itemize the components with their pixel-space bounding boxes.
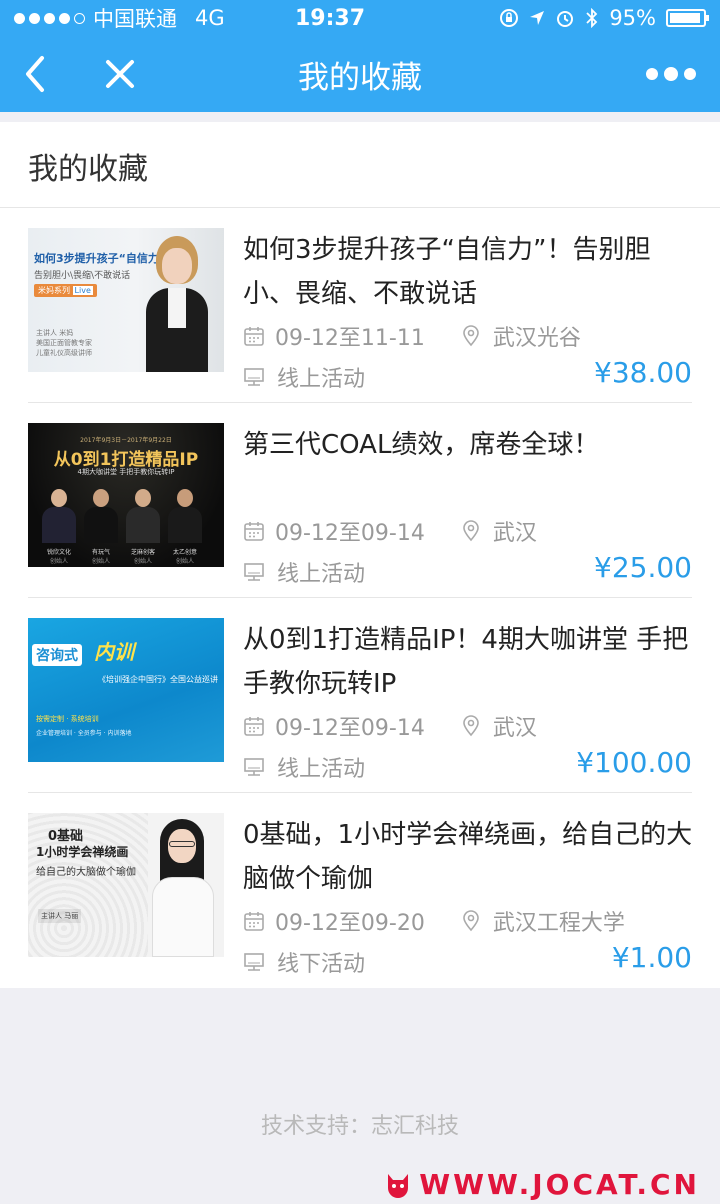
item-date: 09-12至09-14 bbox=[275, 521, 425, 546]
favorite-item[interactable]: 如何3步提升孩子“自信力” 告别胆小\畏缩\不敢说话 米妈系列 Live 主讲人… bbox=[28, 208, 692, 403]
thumb-host: 主讲人 米妈 美国正面管教专家 儿童礼仪高级讲师 bbox=[36, 329, 92, 357]
item-price: ¥25.00 bbox=[594, 551, 692, 584]
thumb-host: 主讲人 马丽 bbox=[38, 909, 82, 923]
item-title: 0基础，1小时学会禅绕画，给自己的大脑做个瑜伽 bbox=[243, 820, 693, 894]
item-location: 武汉光谷 bbox=[492, 326, 581, 351]
monitor-icon bbox=[244, 758, 264, 776]
thumb-headline-b: 内训 bbox=[94, 640, 134, 664]
item-date: 09-12至11-11 bbox=[275, 326, 425, 351]
item-mode-label: 线上活动 bbox=[277, 367, 366, 392]
carrier-name: 中国联通 bbox=[93, 7, 177, 31]
item-location: 武汉 bbox=[492, 716, 537, 741]
location-arrow-icon bbox=[530, 11, 545, 25]
location-pin-icon bbox=[463, 325, 479, 347]
item-mode-label: 线上活动 bbox=[277, 562, 366, 587]
calendar-icon bbox=[244, 522, 264, 541]
thumb-subline: 告别胆小\畏缩\不敢说话 bbox=[34, 271, 131, 281]
item-title: 从0到1打造精品IP！4期大咖讲堂 手把手教你玩转IP bbox=[243, 625, 689, 699]
nav-bar: 我的收藏 bbox=[0, 36, 720, 112]
location-pin-icon bbox=[463, 910, 479, 932]
monitor-icon bbox=[244, 368, 264, 386]
thumb-headline-a: 0基础 bbox=[48, 829, 84, 844]
item-title: 第三代COAL绩效，席卷全球！ bbox=[243, 430, 600, 460]
thumb-subline: 给自己的大脑做个瑜伽 bbox=[36, 867, 136, 878]
thumb-speakers bbox=[42, 485, 202, 549]
page-title: 我的收藏 bbox=[298, 60, 422, 96]
location-pin-icon bbox=[463, 520, 479, 542]
thumb-small2: 企业管理培训 · 全员参与 · 内训落地 bbox=[36, 730, 132, 737]
item-location: 武汉工程大学 bbox=[492, 911, 625, 936]
thumb-small1: 按需定制 · 系统培训 bbox=[36, 715, 99, 723]
signal-strength-icon bbox=[14, 12, 85, 24]
thumb-dates: 2017年9月3日－2017年9月22日 bbox=[80, 437, 172, 444]
item-mode: 线下活动 bbox=[243, 946, 365, 978]
item-price: ¥38.00 bbox=[594, 356, 692, 389]
item-meta: 09-12至09-14 武汉 bbox=[243, 515, 537, 547]
calendar-icon bbox=[244, 717, 264, 736]
item-date: 09-12至09-20 bbox=[275, 911, 425, 936]
battery-percent: 95% bbox=[609, 6, 656, 30]
item-mode: 线上活动 bbox=[243, 751, 365, 783]
item-title: 如何3步提升孩子“自信力”！告别胆小、畏缩、不敢说话 bbox=[243, 235, 651, 309]
battery-icon bbox=[666, 9, 709, 27]
thumb-tag: 米妈系列 Live bbox=[34, 284, 97, 297]
thumb-subline: 4期大咖讲堂 手把手教你玩转IP bbox=[77, 468, 175, 476]
tech-support-text: 技术支持：志汇科技 bbox=[260, 1114, 459, 1139]
item-price: ¥1.00 bbox=[611, 941, 692, 974]
alarm-icon bbox=[557, 11, 574, 27]
monitor-icon bbox=[244, 563, 264, 581]
calendar-icon bbox=[244, 912, 264, 931]
thumb-tagline: 《培训强企中国行》全国公益巡讲 bbox=[98, 675, 218, 684]
favorites-list: 我的收藏 如何3步提升孩子“自信力” 告别胆小\畏缩\不敢说话 米妈系列 Liv… bbox=[0, 122, 720, 988]
cat-logo-icon bbox=[388, 1173, 409, 1198]
item-mode-label: 线下活动 bbox=[277, 952, 366, 977]
section-title: 我的收藏 bbox=[0, 122, 720, 208]
thumb-portrait bbox=[146, 236, 208, 372]
item-thumbnail: 0基础 1小时学会禅绕画 给自己的大脑做个瑜伽 主讲人 马丽 bbox=[28, 813, 224, 957]
monitor-icon bbox=[244, 953, 264, 971]
watermark: WWW.JOCAT.CN bbox=[383, 1168, 700, 1201]
item-meta: 09-12至09-20 武汉工程大学 bbox=[243, 905, 625, 937]
item-thumbnail: 如何3步提升孩子“自信力” 告别胆小\畏缩\不敢说话 米妈系列 Live 主讲人… bbox=[28, 228, 224, 372]
favorite-item[interactable]: 咨询式 内训 《培训强企中国行》全国公益巡讲 按需定制 · 系统培训 企业管理培… bbox=[28, 598, 692, 793]
favorite-item[interactable]: 0基础 1小时学会禅绕画 给自己的大脑做个瑜伽 主讲人 马丽 0基础，1小时学会… bbox=[28, 793, 692, 988]
item-date: 09-12至09-14 bbox=[275, 716, 425, 741]
thumb-headline-a: 咨询式 bbox=[32, 644, 82, 666]
thumb-headline-b: 1小时学会禅绕画 bbox=[36, 845, 129, 859]
more-icon[interactable] bbox=[646, 62, 696, 86]
status-time: 19:37 bbox=[294, 5, 366, 31]
item-thumbnail: 咨询式 内训 《培训强企中国行》全国公益巡讲 按需定制 · 系统培训 企业管理培… bbox=[28, 618, 224, 762]
thumb-portrait bbox=[150, 817, 216, 957]
status-bar: 中国联通 4G 19:37 95% bbox=[0, 0, 720, 36]
calendar-icon bbox=[244, 327, 264, 346]
item-mode-label: 线上活动 bbox=[277, 757, 366, 782]
item-price: ¥100.00 bbox=[576, 746, 692, 779]
item-meta: 09-12至09-14 武汉 bbox=[243, 710, 537, 742]
item-mode: 线上活动 bbox=[243, 361, 365, 393]
thumb-speaker-names: 锐欣文化 创始人 有玩气 创始人 芝麻创客 创始人 太乙创意 创始人 bbox=[46, 549, 197, 565]
item-thumbnail: 2017年9月3日－2017年9月22日 从0到1打造精品IP 4期大咖讲堂 手… bbox=[28, 423, 224, 567]
item-location: 武汉 bbox=[492, 521, 537, 546]
bluetooth-icon bbox=[586, 8, 598, 28]
lock-rotation-icon bbox=[500, 9, 519, 27]
favorite-item[interactable]: 2017年9月3日－2017年9月22日 从0到1打造精品IP 4期大咖讲堂 手… bbox=[28, 403, 692, 598]
item-mode: 线上活动 bbox=[243, 556, 365, 588]
item-meta: 09-12至11-11 武汉光谷 bbox=[243, 320, 581, 352]
location-pin-icon bbox=[463, 715, 479, 737]
